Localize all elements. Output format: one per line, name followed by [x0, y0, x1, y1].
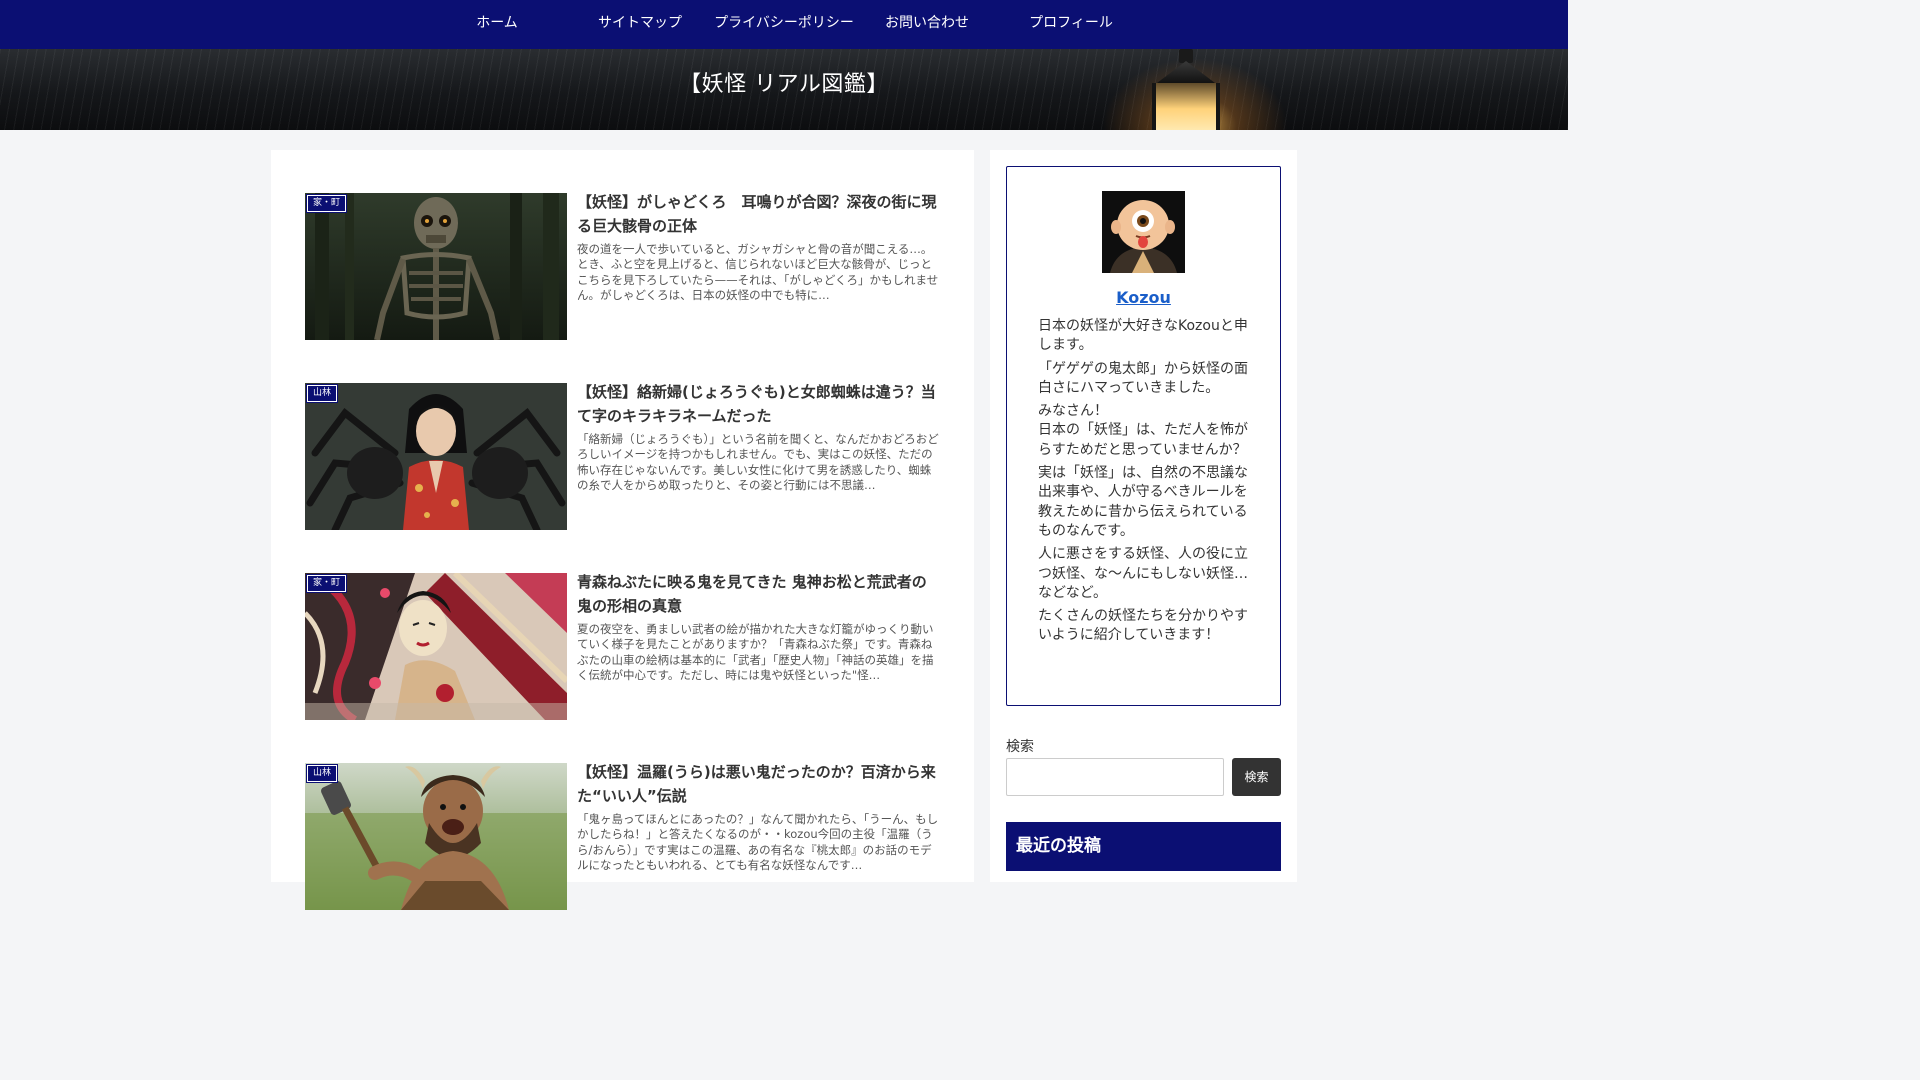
profile-paragraph: 日本の妖怪が大好きなKozouと申します。 [1038, 318, 1248, 354]
search-button[interactable]: 検索 [1232, 758, 1281, 796]
profile-paragraph: みなさん！ 日本の「妖怪」は、ただ人を怖がらすためだと思っていませんか？ [1038, 403, 1248, 458]
nav-item-sitemap[interactable]: サイトマップ [570, 0, 710, 49]
category-badge[interactable]: 家・町 [305, 574, 348, 593]
category-badge[interactable]: 家・町 [305, 194, 348, 213]
nav-item-contact[interactable]: お問い合わせ [857, 0, 997, 49]
article-thumbnail[interactable]: 家・町 [305, 573, 567, 720]
article-thumbnail[interactable]: 家・町 [305, 193, 567, 340]
article-title[interactable]: 【妖怪】絡新婦(じょろうぐも)と女郎蜘蛛は違う？当て字のキラキラネームだった [577, 381, 939, 428]
profile-paragraph: 人に悪さをする妖怪、人の役に立つ妖怪、な～んにもしない妖怪…などなど。 [1038, 546, 1248, 601]
profile-description: 日本の妖怪が大好きなKozouと申します。 「ゲゲゲの鬼太郎」から妖怪の面白さに… [1038, 317, 1253, 650]
article-title[interactable]: 【妖怪】がしゃどくろ 耳鳴りが合図？深夜の街に現る巨大骸骨の正体 [577, 191, 939, 238]
article-excerpt: 夏の夜空を、勇ましい武者の絵が描かれた大きな灯籠がゆっくり動いていく様子を見たこ… [577, 622, 934, 682]
nav-item-profile[interactable]: プロフィール [1001, 0, 1141, 49]
category-badge[interactable]: 山林 [305, 764, 339, 783]
profile-paragraph: 実は「妖怪」は、自然の不思議な出来事や、人が守るべきルールを教えために昔から伝え… [1038, 465, 1248, 539]
profile-name-link[interactable]: Kozou [1007, 288, 1280, 307]
profile-paragraph: たくさんの妖怪たちを分かりやすいように紹介していきます！ [1038, 608, 1248, 644]
search-label: 検索 [1006, 739, 1034, 755]
article-card[interactable]: 家・町 青森ねぶたに映る鬼を見てきた 鬼神お松と荒武者の鬼の形相の真意 夏の夜空… [305, 573, 939, 721]
article-excerpt: 「絡新婦（じょろうぐも）」という名前を聞くと、なんだかおどろおどろしいイメージを… [577, 432, 939, 492]
article-title[interactable]: 【妖怪】温羅(うら)は悪い鬼だったのか？百済から来た“いい人”伝説 [577, 761, 939, 808]
article-card[interactable]: 家・町 【妖怪】がしゃどくろ 耳鳴りが合図？深夜の街に現る巨大骸骨の正体 夜の道… [305, 193, 939, 341]
search-input[interactable] [1006, 758, 1224, 796]
profile-widget: Kozou 日本の妖怪が大好きなKozouと申します。 「ゲゲゲの鬼太郎」から妖… [1006, 166, 1281, 706]
article-excerpt: 「鬼ヶ島ってほんとにあったの？」なんて聞かれたら、「うーん、もしかしたらね！」と… [577, 812, 939, 872]
top-navigation: ホーム サイトマップ プライバシーポリシー お問い合わせ プロフィール [0, 0, 1568, 49]
nav-item-home[interactable]: ホーム [427, 0, 567, 49]
category-badge[interactable]: 山林 [305, 384, 339, 403]
article-title[interactable]: 青森ねぶたに映る鬼を見てきた 鬼神お松と荒武者の鬼の形相の真意 [577, 571, 939, 618]
profile-paragraph: 「ゲゲゲの鬼太郎」から妖怪の面白さにハマっていきました。 [1038, 360, 1248, 396]
article-excerpt: 夜の道を一人で歩いていると、ガシャガシャと骨の音が聞こえる…。とき、ふと空を見上… [577, 242, 939, 302]
article-thumbnail[interactable]: 山林 [305, 763, 567, 910]
site-header: 【妖怪 リアル図鑑】 [0, 49, 1568, 130]
recent-posts-heading: 最近の投稿 [1006, 822, 1281, 871]
article-thumbnail[interactable]: 山林 [305, 383, 567, 530]
avatar[interactable] [1102, 191, 1185, 273]
sidebar: Kozou 日本の妖怪が大好きなKozouと申します。 「ゲゲゲの鬼太郎」から妖… [990, 150, 1297, 882]
site-title[interactable]: 【妖怪 リアル図鑑】 [0, 49, 1568, 130]
article-list: 家・町 【妖怪】がしゃどくろ 耳鳴りが合図？深夜の街に現る巨大骸骨の正体 夜の道… [271, 150, 974, 910]
article-card[interactable]: 山林 【妖怪】絡新婦(じょろうぐも)と女郎蜘蛛は違う？当て字のキラキラネームだっ… [305, 383, 939, 531]
article-card[interactable]: 山林 【妖怪】温羅(うら)は悪い鬼だったのか？百済から来た“いい人”伝説 「鬼ヶ… [305, 763, 939, 911]
nav-item-privacy-policy[interactable]: プライバシーポリシー [714, 0, 854, 49]
